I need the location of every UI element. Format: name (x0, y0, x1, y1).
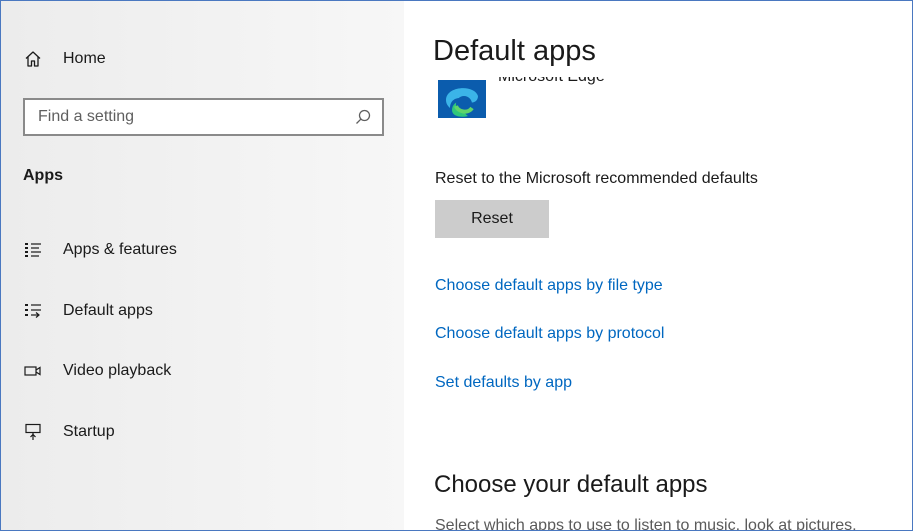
link-default-apps-by-protocol[interactable]: Choose default apps by protocol (435, 325, 664, 343)
search-icon[interactable] (354, 108, 372, 126)
sidebar-item-label: Apps & features (63, 241, 177, 258)
link-set-defaults-by-app[interactable]: Set defaults by app (435, 374, 572, 392)
apps-features-list-icon (23, 240, 43, 260)
startup-icon (23, 422, 43, 442)
default-apps-list-icon (23, 301, 43, 321)
search-input[interactable] (25, 101, 340, 133)
sidebar-item-video-playback[interactable]: Video playback (23, 358, 171, 384)
section-description: Select which apps to use to listen to mu… (435, 517, 857, 530)
home-icon (23, 49, 43, 69)
section-subheading: Choose your default apps (434, 471, 708, 498)
sidebar-home-label: Home (63, 50, 106, 67)
sidebar-home[interactable]: Home (23, 45, 106, 73)
microsoft-edge-icon[interactable] (438, 80, 486, 118)
link-default-apps-by-file-type[interactable]: Choose default apps by file type (435, 277, 663, 295)
sidebar: Home Apps (1, 1, 404, 530)
main-content: Default apps Microsoft Edge Reset to the… (404, 1, 912, 530)
search-box (23, 98, 384, 136)
video-camera-icon (23, 361, 43, 381)
reset-button[interactable]: Reset (435, 200, 549, 238)
sidebar-item-label: Video playback (63, 362, 172, 379)
sidebar-item-label: Startup (63, 423, 115, 440)
sidebar-item-apps-features[interactable]: Apps & features (23, 237, 177, 263)
reset-caption: Reset to the Microsoft recommended defau… (435, 170, 758, 187)
page-title: Default apps (433, 35, 596, 67)
current-browser-name: Microsoft Edge (498, 77, 638, 86)
sidebar-item-startup[interactable]: Startup (23, 419, 115, 445)
sidebar-item-default-apps[interactable]: Default apps (23, 298, 153, 324)
section-title: Apps (23, 167, 63, 184)
settings-window: Home Apps (0, 0, 913, 531)
sidebar-item-label: Default apps (63, 302, 153, 319)
